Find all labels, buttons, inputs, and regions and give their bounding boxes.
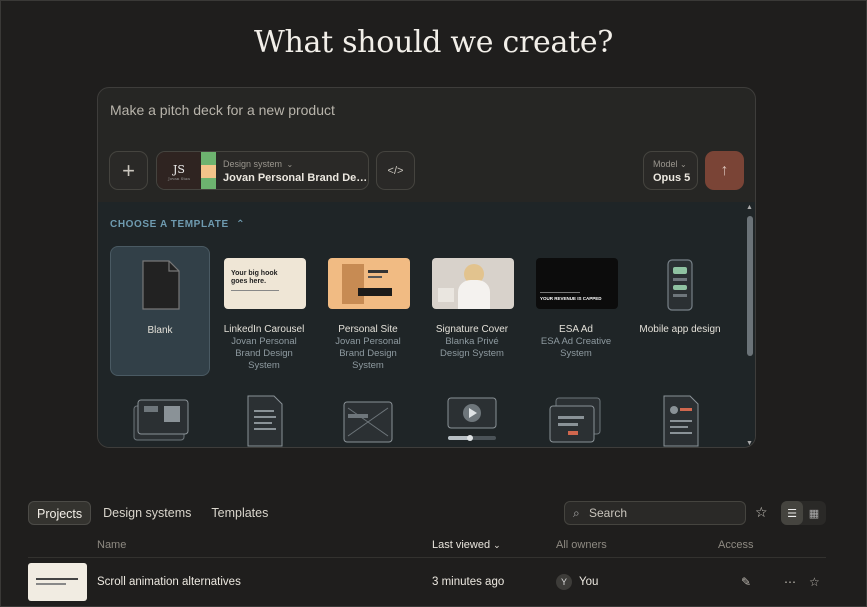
search-icon: ⌕ <box>573 506 580 520</box>
grid-view-button[interactable]: ▦ <box>803 501 825 525</box>
template-esa-ad[interactable]: YOUR REVENUE IS CAPPED ESA Ad ESA Ad Cre… <box>526 246 626 376</box>
send-button[interactable]: ↑ <box>705 151 744 190</box>
chevron-up-icon: ⌃ <box>236 219 246 230</box>
scroll-down-icon[interactable]: ▼ <box>746 440 753 447</box>
star-icon: ☆ <box>755 504 768 520</box>
design-system-label: Design system ⌄ <box>223 159 294 169</box>
chevron-down-icon: ⌄ <box>680 160 687 169</box>
project-name[interactable]: Scroll animation alternatives <box>97 576 241 588</box>
thumbnail-text: Your big hook goes here. <box>231 270 278 285</box>
avatar: Y <box>556 574 572 590</box>
edit-access-icon[interactable]: ✎ <box>741 575 751 589</box>
template-name: Signature Cover <box>435 324 509 335</box>
template-subtitle: Jovan Personal Brand Design System <box>335 336 401 371</box>
list-icon: ☰ <box>787 507 797 520</box>
column-header-access: Access <box>718 539 754 551</box>
plus-icon: + <box>122 157 135 183</box>
arrow-up-icon: ↑ <box>720 161 729 179</box>
model-selector[interactable]: Model ⌄ Opus 5 <box>643 151 698 190</box>
column-header-name: Name <box>97 539 127 551</box>
presentation-template-icon[interactable] <box>130 392 190 448</box>
template-subtitle: Blanka Privé Design System <box>440 336 504 359</box>
template-name: Personal Site <box>338 324 398 335</box>
chevron-down-icon: ⌄ <box>286 160 294 169</box>
design-system-name: Jovan Personal Brand De… <box>223 172 368 184</box>
view-toggle: ☰ ▦ <box>781 501 826 525</box>
list-view-button[interactable]: ☰ <box>781 501 803 525</box>
scroll-up-icon[interactable]: ▲ <box>746 204 753 211</box>
star-icon[interactable]: ☆ <box>809 575 820 589</box>
template-linkedin-carousel[interactable]: Your big hook goes here. LinkedIn Carous… <box>214 246 314 376</box>
template-panel: CHOOSE A TEMPLATE ⌃ Blank Your big hook … <box>98 202 755 448</box>
swatch-peach <box>201 165 216 178</box>
code-icon: </> <box>387 164 404 177</box>
template-blank[interactable]: Blank <box>110 246 210 376</box>
template-mobile-app-design[interactable]: Mobile app design <box>630 246 730 376</box>
video-template-icon[interactable] <box>442 392 502 448</box>
prompt-composer: Make a pitch deck for a new product + JS… <box>97 87 756 448</box>
template-scrollbar[interactable]: ▲ ▼ <box>746 202 754 447</box>
scrollbar-thumb[interactable] <box>747 216 753 356</box>
ad-template-icon[interactable] <box>546 392 606 448</box>
more-options-icon[interactable]: ⋯ <box>784 575 796 589</box>
project-last-viewed: 3 minutes ago <box>432 576 505 588</box>
template-heading[interactable]: CHOOSE A TEMPLATE ⌃ <box>110 219 245 230</box>
chevron-down-icon: ⌄ <box>493 540 501 550</box>
template-name: Mobile app design <box>639 324 721 335</box>
template-name: LinkedIn Carousel <box>223 324 305 335</box>
swatch-green-2 <box>201 178 216 189</box>
wireframe-template-icon[interactable] <box>338 392 398 448</box>
blank-page-icon <box>142 260 180 310</box>
page-title: What should we create? <box>253 25 614 60</box>
add-button[interactable]: + <box>109 151 148 190</box>
design-system-thumbnail: JS Jovan Stan <box>157 152 201 189</box>
model-label: Model ⌄ <box>653 159 687 169</box>
projects-tabs: Projects Design systems Templates <box>28 501 276 525</box>
design-system-selector[interactable]: JS Jovan Stan Design system ⌄ Jovan Pers… <box>156 151 369 190</box>
document-template-icon[interactable] <box>234 392 294 448</box>
linkedin-carousel-thumbnail: Your big hook goes here. <box>224 258 306 309</box>
project-owner: You <box>579 576 599 588</box>
thumbnail-text: YOUR REVENUE IS CAPPED <box>540 296 602 301</box>
signature-cover-thumbnail <box>432 258 514 309</box>
model-value: Opus 5 <box>653 172 691 184</box>
personal-site-thumbnail <box>328 258 410 309</box>
prompt-input[interactable]: Make a pitch deck for a new product <box>110 102 335 118</box>
template-name: Blank <box>147 325 173 336</box>
grid-icon: ▦ <box>808 507 820 520</box>
tab-projects[interactable]: Projects <box>28 501 92 525</box>
phone-icon <box>667 259 693 311</box>
profile-template-icon[interactable] <box>650 392 710 448</box>
esa-ad-thumbnail: YOUR REVENUE IS CAPPED <box>536 258 618 309</box>
favorites-filter-button[interactable]: ☆ <box>755 504 768 521</box>
project-thumbnail[interactable] <box>28 563 87 601</box>
search-placeholder: Search <box>589 506 628 520</box>
header-divider <box>28 557 826 558</box>
search-input[interactable]: ⌕ Search <box>564 501 746 525</box>
swatch-green <box>201 152 216 165</box>
template-signature-cover[interactable]: Signature Cover Blanka Privé Design Syst… <box>422 246 522 376</box>
template-personal-site[interactable]: Personal Site Jovan Personal Brand Desig… <box>318 246 418 376</box>
template-subtitle: Jovan Personal Brand Design System <box>231 336 297 371</box>
code-button[interactable]: </> <box>376 151 415 190</box>
tab-design-systems[interactable]: Design systems <box>95 501 199 525</box>
tab-templates[interactable]: Templates <box>203 501 276 525</box>
column-header-last-viewed[interactable]: Last viewed ⌄ <box>432 539 501 551</box>
template-subtitle: ESA Ad Creative System <box>540 336 612 359</box>
template-name: ESA Ad <box>559 324 593 335</box>
column-header-owners[interactable]: All owners <box>556 539 607 551</box>
